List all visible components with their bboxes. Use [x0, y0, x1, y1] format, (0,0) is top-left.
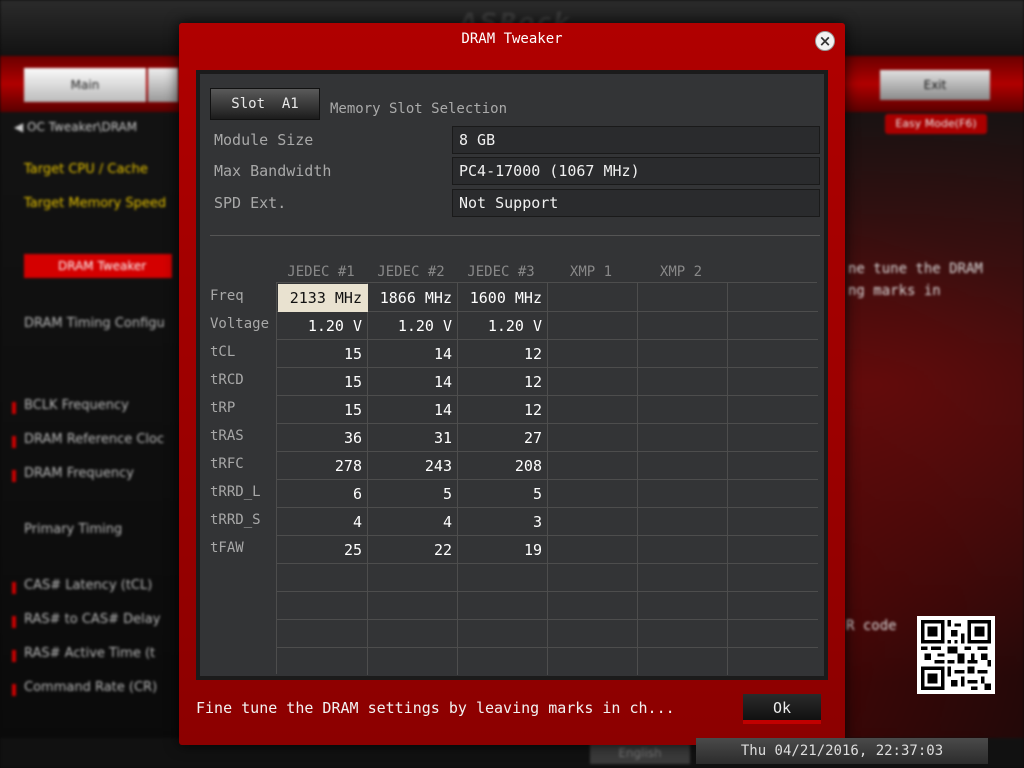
- table-cell[interactable]: 12: [458, 396, 548, 424]
- row-label: tRFC: [210, 456, 244, 472]
- info-label: SPD Ext.: [214, 194, 287, 212]
- table-cell[interactable]: 25: [278, 536, 368, 564]
- menu-dram-timing[interactable]: DRAM Timing Configu: [24, 316, 165, 331]
- dialog-panel: Slot A1 Memory Slot Selection Module Siz…: [200, 74, 824, 676]
- info-label: Max Bandwidth: [214, 162, 332, 180]
- row-label: tFAW: [210, 540, 244, 556]
- table-cell[interactable]: 12: [458, 340, 548, 368]
- exit-button[interactable]: Exit: [880, 70, 990, 100]
- row-label: tRCD: [210, 372, 244, 388]
- table-cell[interactable]: 243: [368, 452, 458, 480]
- row-label: Voltage: [210, 316, 270, 332]
- menu-cas-latency[interactable]: CAS# Latency (tCL): [11, 578, 152, 594]
- menu-ras-active[interactable]: RAS# Active Time (t: [11, 646, 155, 662]
- table-cell[interactable]: 5: [368, 480, 458, 508]
- menu-target-memory[interactable]: Target Memory Speed: [24, 196, 166, 211]
- help-line-2: ng marks in: [848, 283, 941, 299]
- menu-dram-reference[interactable]: DRAM Reference Cloc: [11, 432, 164, 448]
- table-cell[interactable]: 15: [278, 368, 368, 396]
- breadcrumb-text: OC Tweaker\DRAM: [27, 120, 138, 134]
- close-icon[interactable]: ×: [815, 31, 835, 51]
- info-spd-ext: SPD Ext. Not Support: [214, 189, 824, 217]
- info-value: 8 GB: [452, 126, 820, 154]
- menu-bclk[interactable]: BCLK Frequency: [12, 398, 129, 414]
- menu-dram-frequency[interactable]: DRAM Frequency: [12, 466, 134, 482]
- column-header: JEDEC #3: [467, 264, 535, 280]
- table-cell[interactable]: 4: [368, 508, 458, 536]
- menu-command-rate[interactable]: Command Rate (CR): [11, 680, 157, 696]
- grid-line: [277, 591, 818, 592]
- section-primary-timing: Primary Timing: [24, 522, 123, 537]
- table-cell[interactable]: 27: [458, 424, 548, 452]
- grid-line: [277, 619, 818, 620]
- table-cell[interactable]: 15: [278, 340, 368, 368]
- table-cell[interactable]: 3: [458, 508, 548, 536]
- row-label: tRRD_S: [210, 512, 261, 528]
- help-line-1: ne tune the DRAM: [848, 261, 983, 277]
- table-cell[interactable]: 19: [458, 536, 548, 564]
- table-grid: 2133 MHz 1866 MHz 1600 MHz 1.20 V 1.20 V 1.20…: [276, 282, 818, 675]
- row-label: tCL: [210, 344, 236, 360]
- slot-select-button[interactable]: Slot A1: [210, 88, 320, 120]
- table-cell[interactable]: 14: [368, 396, 458, 424]
- breadcrumb[interactable]: ◀ OC Tweaker\DRAM: [14, 120, 137, 134]
- table-cell[interactable]: 1.20 V: [458, 312, 548, 340]
- column-header: JEDEC #2: [377, 264, 445, 280]
- column-header: JEDEC #1: [287, 264, 355, 280]
- row-label: Freq: [210, 288, 244, 304]
- info-value: Not Support: [452, 189, 820, 217]
- dialog-body: Slot A1 Memory Slot Selection Module Siz…: [196, 70, 828, 680]
- menu-target-cpu[interactable]: Target CPU / Cache: [24, 162, 148, 177]
- menu-ras-to-cas[interactable]: RAS# to CAS# Delay: [11, 612, 160, 628]
- table-cell[interactable]: 14: [368, 340, 458, 368]
- table-cell[interactable]: 22: [368, 536, 458, 564]
- language-button[interactable]: English: [590, 742, 690, 764]
- divider: [210, 235, 820, 236]
- info-module-size: Module Size 8 GB: [214, 126, 824, 154]
- row-label: tRAS: [210, 428, 244, 444]
- help-text: ne tune the DRAM ng marks in: [848, 258, 983, 302]
- table-cell[interactable]: 278: [278, 452, 368, 480]
- info-label: Module Size: [214, 131, 314, 149]
- info-max-bandwidth: Max Bandwidth PC4-17000 (1067 MHz): [214, 157, 824, 185]
- footer-help-text: Fine tune the DRAM settings by leaving m…: [196, 699, 675, 717]
- info-value: PC4-17000 (1067 MHz): [452, 157, 820, 185]
- menu-dram-tweaker[interactable]: DRAM Tweaker: [24, 254, 172, 278]
- row-label: tRRD_L: [210, 484, 261, 500]
- dram-tweaker-dialog: DRAM Tweaker × Slot A1 Memory Slot Selec…: [179, 23, 845, 745]
- table-cell[interactable]: 1866 MHz: [368, 284, 458, 312]
- easy-mode-button[interactable]: Easy Mode(F6): [885, 114, 987, 134]
- column-header: XMP 1: [569, 264, 613, 280]
- table-cell[interactable]: 208: [458, 452, 548, 480]
- table-cell[interactable]: 15: [278, 396, 368, 424]
- table-cell[interactable]: 31: [368, 424, 458, 452]
- row-label: tRP: [210, 400, 236, 416]
- qr-code-icon: [917, 616, 995, 694]
- table-cell[interactable]: 2133 MHz: [278, 284, 368, 312]
- table-cell[interactable]: 4: [278, 508, 368, 536]
- tab-oc-tweaker[interactable]: [148, 68, 178, 102]
- slot-caption: Memory Slot Selection: [330, 101, 508, 117]
- table-cell[interactable]: 14: [368, 368, 458, 396]
- tab-main[interactable]: Main: [24, 68, 146, 102]
- table-cell[interactable]: 5: [458, 480, 548, 508]
- grid-line: [277, 647, 818, 648]
- table-cell[interactable]: 1.20 V: [278, 312, 368, 340]
- table-cell[interactable]: 6: [278, 480, 368, 508]
- table-cell[interactable]: 12: [458, 368, 548, 396]
- dialog-title: DRAM Tweaker: [461, 31, 563, 47]
- ok-button[interactable]: Ok: [743, 694, 821, 724]
- column-header: XMP 2: [659, 264, 703, 280]
- table-cell[interactable]: 1600 MHz: [458, 284, 548, 312]
- table-cell[interactable]: 1.20 V: [368, 312, 458, 340]
- system-datetime: Thu 04/21/2016, 22:37:03: [696, 738, 988, 764]
- qr-label: R code: [846, 618, 897, 634]
- table-cell[interactable]: 36: [278, 424, 368, 452]
